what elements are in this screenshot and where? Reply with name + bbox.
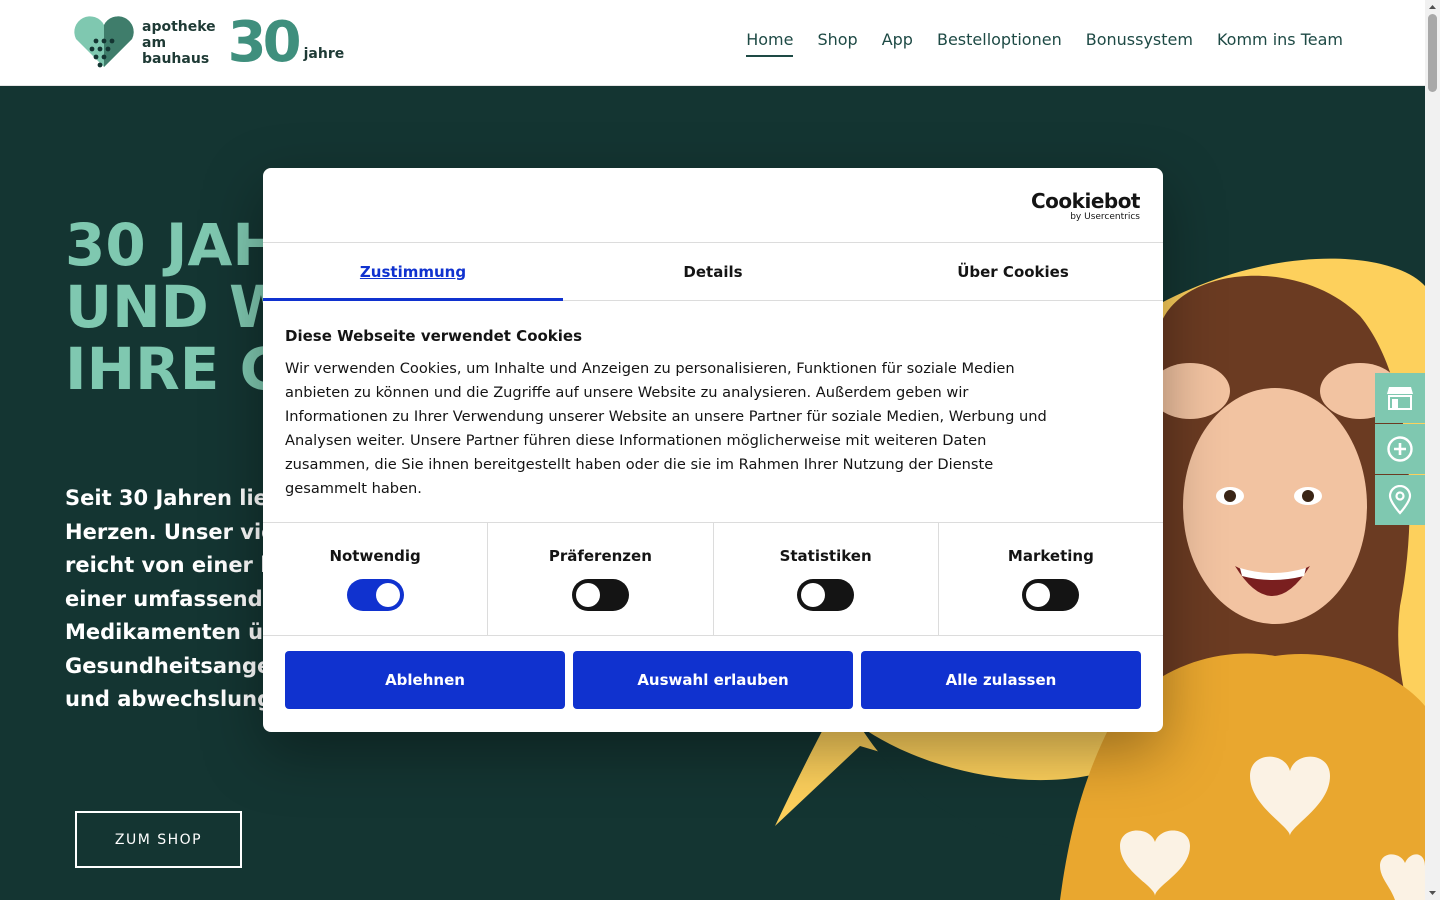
- allow-all-button[interactable]: Alle zulassen: [861, 651, 1141, 709]
- tab-ueber-cookies[interactable]: Über Cookies: [863, 243, 1163, 300]
- site-logo[interactable]: apotheke am bauhaus 30 jahre: [70, 10, 344, 75]
- scroll-up-arrow-icon[interactable]: [1428, 3, 1437, 12]
- page-scrollbar[interactable]: [1425, 0, 1440, 900]
- cookiebot-logo: Cookiebot by Usercentrics: [1031, 189, 1141, 222]
- toggle-statistiken[interactable]: [797, 579, 855, 611]
- tab-zustimmung[interactable]: Zustimmung: [263, 243, 563, 301]
- nav-home[interactable]: Home: [746, 30, 794, 57]
- category-notwendig: Notwendig: [263, 523, 489, 635]
- location-pin-icon: [1388, 485, 1412, 515]
- plus-circle-icon: [1387, 436, 1413, 462]
- tab-details[interactable]: Details: [563, 243, 863, 300]
- toggle-notwendig[interactable]: [346, 579, 404, 611]
- dialog-body: Diese Webseite verwendet Cookies Wir ver…: [263, 301, 1163, 523]
- scrollbar-thumb[interactable]: [1428, 14, 1437, 92]
- store-icon: [1387, 387, 1413, 410]
- decline-button[interactable]: Ablehnen: [285, 651, 565, 709]
- allow-selection-button[interactable]: Auswahl erlauben: [573, 651, 853, 709]
- nav-shop[interactable]: Shop: [817, 30, 857, 57]
- nav-app[interactable]: App: [882, 30, 913, 57]
- side-link-location[interactable]: [1375, 475, 1425, 525]
- dialog-tabs: Zustimmung Details Über Cookies: [263, 243, 1163, 301]
- cookie-categories: Notwendig Präferenzen Statistiken Market…: [263, 523, 1163, 636]
- zum-shop-button[interactable]: ZUM SHOP: [75, 811, 242, 868]
- dialog-description: Wir verwenden Cookies, um Inhalte und An…: [285, 360, 1047, 497]
- dialog-actions: Ablehnen Auswahl erlauben Alle zulassen: [263, 636, 1163, 709]
- category-statistiken: Statistiken: [714, 523, 939, 635]
- dialog-header: Cookiebot by Usercentrics: [263, 168, 1163, 243]
- side-quick-links: [1375, 373, 1425, 525]
- logo-wordmark: apotheke am bauhaus: [142, 19, 216, 67]
- category-praeferenzen: Präferenzen: [488, 523, 714, 635]
- side-link-prescription[interactable]: [1375, 424, 1425, 474]
- main-nav: Home Shop App Bestelloptionen Bonussyste…: [746, 30, 1343, 57]
- logo-anniversary-number: 30: [227, 10, 302, 75]
- nav-bonussystem[interactable]: Bonussystem: [1086, 30, 1193, 57]
- dialog-heading: Diese Webseite verwendet Cookies: [285, 327, 583, 345]
- logo-anniversary-suffix: jahre: [303, 46, 345, 62]
- site-header: apotheke am bauhaus 30 jahre Home Shop A…: [0, 0, 1425, 86]
- scroll-down-arrow-icon[interactable]: [1428, 888, 1437, 897]
- nav-bestelloptionen[interactable]: Bestelloptionen: [937, 30, 1062, 57]
- nav-komm-ins-team[interactable]: Komm ins Team: [1217, 30, 1343, 57]
- side-link-store[interactable]: [1375, 373, 1425, 423]
- hero-title: 30 JAH UND W IHRE G: [65, 211, 293, 403]
- toggle-marketing[interactable]: [1022, 579, 1080, 611]
- cookie-consent-dialog: Cookiebot by Usercentrics Zustimmung Det…: [263, 168, 1163, 732]
- toggle-praeferenzen[interactable]: [571, 579, 629, 611]
- heart-logo-icon: [70, 15, 138, 71]
- category-marketing: Marketing: [939, 523, 1163, 635]
